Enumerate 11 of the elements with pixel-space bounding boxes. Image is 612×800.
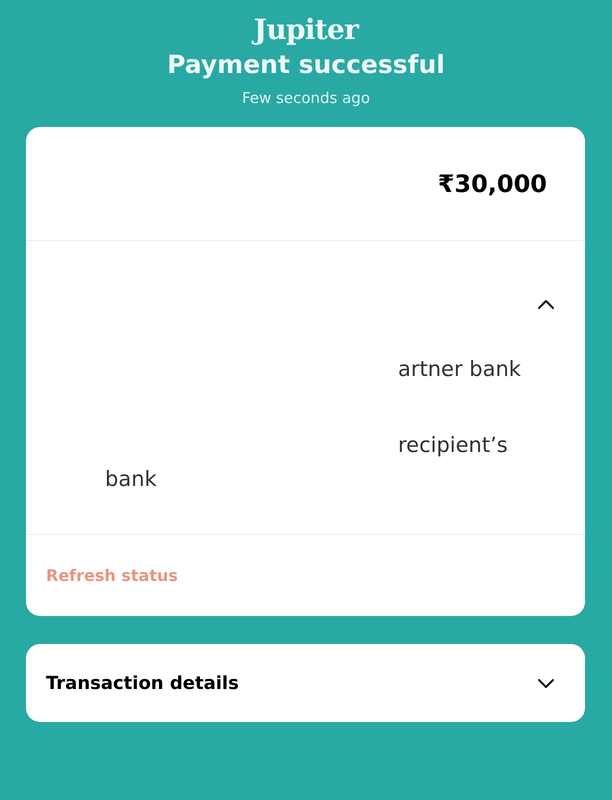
amount: ₹30,000: [438, 168, 547, 200]
brand-logo: Jupiter: [254, 12, 358, 48]
transaction-details-card[interactable]: Transaction details: [26, 644, 585, 722]
status-step-text: artner bank: [397, 356, 522, 383]
page-title: Payment successful: [167, 49, 445, 81]
status-step-text: recipient’s: [397, 432, 509, 459]
chevron-down-icon[interactable]: [537, 678, 555, 688]
chevron-up-icon[interactable]: [537, 299, 555, 310]
section-title: Transaction details: [46, 672, 239, 696]
status-step-text: bank: [104, 466, 158, 493]
timestamp: Few seconds ago: [242, 88, 370, 109]
